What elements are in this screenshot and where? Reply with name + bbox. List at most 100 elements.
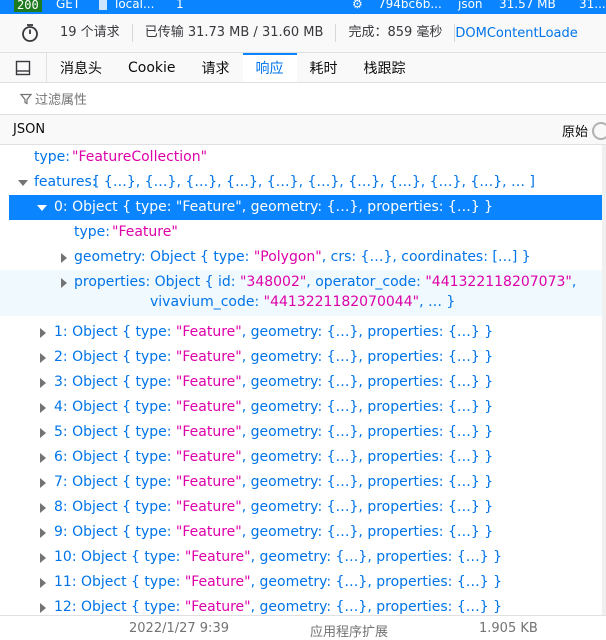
filter-icon [20, 93, 32, 104]
request-row[interactable]: 200 GET local... 1 ⚙ 794bc6b... json 31.… [0, 0, 606, 14]
properties-comma: , [571, 274, 577, 290]
tab-cookie[interactable]: Cookie [115, 53, 189, 82]
item-label: 8: Object { type: [54, 499, 176, 515]
key-type: type: [74, 224, 110, 240]
expand-arrow-icon[interactable] [40, 528, 46, 538]
tab-request[interactable]: 请求 [189, 53, 243, 82]
value-type: "FeatureCollection" [72, 149, 208, 165]
item-label: 9: Object { type: [54, 524, 176, 540]
item-type: "Feature" [175, 424, 242, 440]
filter-properties-input[interactable]: 过滤属性 [0, 83, 606, 115]
tree-row-item[interactable]: 9: Object { type: "Feature", geometry: {… [0, 520, 606, 545]
item-label: 2: Object { type: [54, 349, 176, 365]
item-type: "Feature" [175, 349, 242, 365]
tree-row-item[interactable]: 3: Object { type: "Feature", geometry: {… [0, 370, 606, 395]
item-label: 7: Object { type: [54, 474, 176, 490]
panel-icon [15, 60, 31, 75]
expand-arrow-icon[interactable] [40, 553, 46, 563]
raw-label: 原始 [561, 125, 588, 140]
tree-row-item[interactable]: 10: Object { type: "Feature", geometry: … [0, 545, 606, 570]
expand-arrow-icon[interactable] [37, 205, 47, 211]
request-file: 1 [176, 0, 184, 11]
item-type: "Feature" [175, 374, 242, 390]
tree-row-type[interactable]: type: "FeatureCollection" [0, 145, 606, 170]
tree-row-item[interactable]: 6: Object { type: "Feature", geometry: {… [0, 445, 606, 470]
expand-arrow-icon[interactable] [40, 503, 46, 513]
row-date: 2022/1/27 9:39 [129, 621, 229, 636]
tree-row-item[interactable]: 11: Object { type: "Feature", geometry: … [0, 570, 606, 595]
tree-row-geometry[interactable]: geometry: Object { type: "Polygon", crs:… [0, 245, 606, 270]
raw-toggle[interactable] [592, 122, 606, 140]
item-type: "Feature" [175, 474, 242, 490]
tree-row-features[interactable]: features: [ {…}, {…}, {…}, {…}, {…}, {…}… [0, 170, 606, 195]
expand-arrow-icon[interactable] [61, 253, 67, 263]
request-domain: local... [115, 0, 155, 11]
item-type: "Feature" [184, 549, 251, 565]
tree-row-item[interactable]: 8: Object { type: "Feature", geometry: {… [0, 495, 606, 520]
item-label: 5: Object { type: [54, 424, 176, 440]
tab-response[interactable]: 响应 [242, 53, 297, 82]
geometry-type: "Polygon" [253, 249, 322, 265]
expand-arrow-icon[interactable] [40, 353, 46, 363]
item-rest: , geometry: {…}, properties: {…} } [250, 599, 503, 615]
row-size: 1.905 KB [479, 621, 538, 636]
item-type: "Feature" [184, 574, 251, 590]
item-rest: , geometry: {…}, properties: {…} } [241, 499, 494, 515]
details-tabs: 消息头 Cookie 请求 响应 耗时 栈跟踪 [0, 53, 606, 83]
expand-arrow-icon[interactable] [61, 278, 67, 288]
expand-arrow-icon[interactable] [40, 453, 46, 463]
key-type: type: [34, 149, 70, 165]
tree-row-item[interactable]: 5: Object { type: "Feature", geometry: {… [0, 420, 606, 445]
item-label: 11: Object { type: [54, 574, 185, 590]
toggle-sidebar-button[interactable] [0, 53, 47, 82]
expand-arrow-icon[interactable] [40, 378, 46, 388]
item-label: 1: Object { type: [54, 324, 176, 340]
expand-arrow-icon[interactable] [40, 603, 46, 613]
properties-operator-code: "441322118207073" [425, 274, 572, 290]
row-app: 应用程序扩展 [310, 625, 389, 640]
tab-stack-trace[interactable]: 栈跟踪 [351, 53, 419, 82]
json-title: JSON [13, 122, 46, 137]
tree-row-item[interactable]: 7: Object { type: "Feature", geometry: {… [0, 470, 606, 495]
summary-bar: 19 个请求 已传输 31.73 MB / 31.60 MB 完成：859 毫秒… [0, 14, 606, 53]
item-label: 10: Object { type: [54, 549, 185, 565]
item-rest: , geometry: {…}, properties: {…} } [241, 474, 494, 490]
tree-row-item[interactable]: 1: Object { type: "Feature", geometry: {… [0, 320, 606, 345]
expand-arrow-icon[interactable] [40, 578, 46, 588]
item-rest: , geometry: {…}, properties: {…} } [241, 324, 494, 340]
expand-arrow-icon[interactable] [40, 478, 46, 488]
properties-vivavium-code: "4413221182070044" [263, 294, 420, 310]
properties-mid: , operator_code: [306, 274, 426, 290]
item-rest: , geometry: {…}, properties: {…} } [241, 349, 494, 365]
item-rest: , geometry: {…}, properties: {…} } [250, 549, 503, 565]
tree-row-properties[interactable]: properties: Object { id: "348002", opera… [0, 270, 606, 316]
tab-headers[interactable]: 消息头 [47, 53, 115, 82]
request-method: GET [56, 0, 81, 11]
expand-arrow-icon[interactable] [18, 180, 28, 186]
scrollbar[interactable] [602, 145, 606, 615]
item-type: "Feature" [184, 599, 251, 615]
item-0-label: 0: Object { type: "Feature", geometry: {… [54, 199, 494, 215]
item-label: 3: Object { type: [54, 374, 176, 390]
tab-timings[interactable]: 耗时 [297, 53, 351, 82]
item-type: "Feature" [175, 399, 242, 415]
item-label: 12: Object { type: [54, 599, 185, 615]
expand-arrow-icon[interactable] [40, 403, 46, 413]
expand-arrow-icon[interactable] [40, 428, 46, 438]
tree-row-item-0[interactable]: 0: Object { type: "Feature", geometry: {… [9, 195, 606, 220]
item-rest: , geometry: {…}, properties: {…} } [241, 399, 494, 415]
tree-row-item0-type[interactable]: type: "Feature" [0, 220, 606, 245]
stopwatch-icon [22, 24, 38, 42]
status-badge: 200 [14, 0, 42, 12]
request-initiator: 794bc6b... [378, 0, 442, 11]
item-type: "Feature" [175, 449, 242, 465]
tree-row-item[interactable]: 4: Object { type: "Feature", geometry: {… [0, 395, 606, 420]
lock-icon [99, 0, 107, 10]
tree-row-item[interactable]: 2: Object { type: "Feature", geometry: {… [0, 345, 606, 370]
item-rest: , geometry: {…}, properties: {…} } [241, 374, 494, 390]
request-row[interactable]: 2022/1/27 9:39 应用程序扩展 1.905 KB [0, 615, 606, 640]
expand-arrow-icon[interactable] [40, 328, 46, 338]
geometry-prefix: geometry: Object { type: [74, 249, 254, 265]
properties-suffix: , … } [419, 294, 456, 310]
request-time: 31... [579, 0, 606, 11]
